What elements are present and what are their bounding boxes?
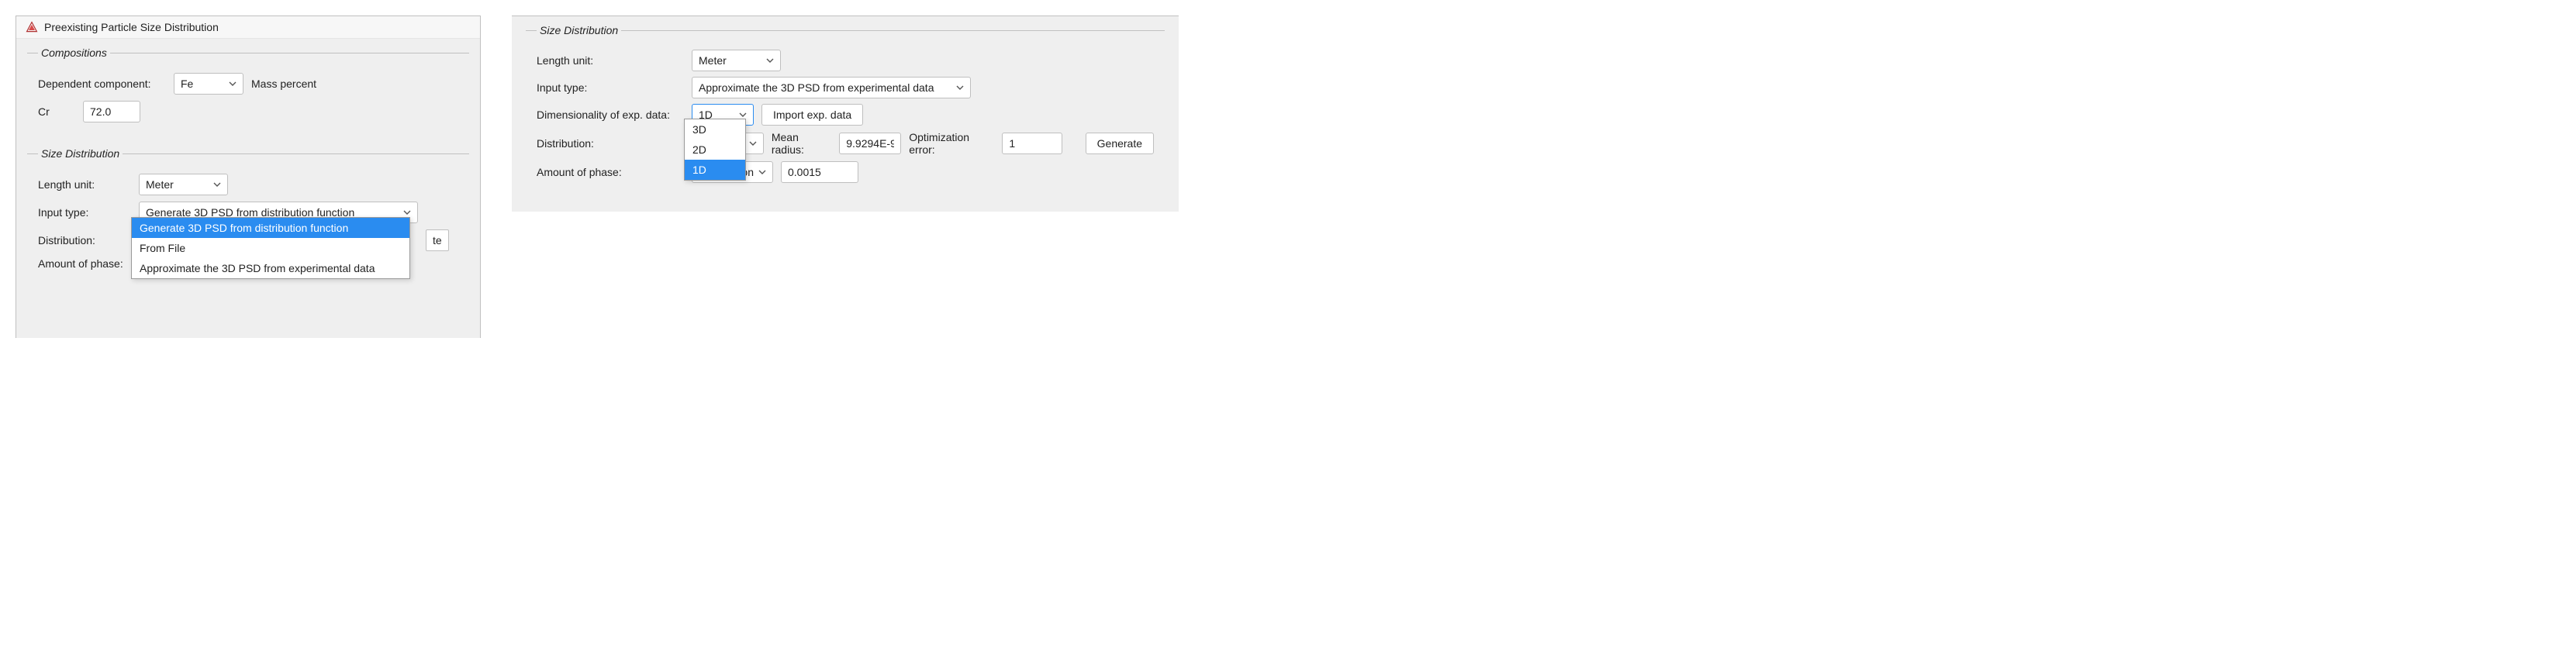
optimization-error-label: Optimization error: [909,131,994,156]
partial-button[interactable]: te [426,229,449,251]
dependent-component-value: Fe [181,78,193,90]
amount-of-phase-label: Amount of phase: [38,257,131,270]
length-unit-value: Meter [146,178,174,191]
import-exp-data-button[interactable]: Import exp. data [761,104,863,126]
size-distribution-legend-left: Size Distribution [38,147,123,160]
dimensionality-option[interactable]: 1D [685,160,745,180]
input-type-option[interactable]: Approximate the 3D PSD from experimental… [132,258,409,278]
input-type-select-r[interactable]: Approximate the 3D PSD from experimental… [692,77,971,98]
chevron-down-icon [403,210,411,215]
cr-value-input[interactable]: 72.0 [83,101,140,122]
input-type-label-r: Input type: [537,81,684,94]
mean-radius-input[interactable]: 9.9294E-9 [839,133,901,154]
titlebar: Preexisting Particle Size Distribution [16,16,480,39]
chevron-down-icon [213,182,221,187]
dialog-preexisting-psd: Preexisting Particle Size Distribution C… [16,16,481,338]
size-distribution-group-right: Size Distribution Length unit: Meter Inp… [526,24,1165,202]
dimensionality-option[interactable]: 2D [685,140,745,160]
compositions-legend: Compositions [38,47,110,59]
chevron-down-icon [749,141,757,146]
mass-percent-label: Mass percent [251,78,316,90]
dimensionality-label: Dimensionality of exp. data: [537,109,684,121]
mean-radius-value: 9.9294E-9 [846,137,894,150]
chevron-down-icon [956,85,964,90]
input-type-option[interactable]: From File [132,238,409,258]
amount-of-phase-value: 0.0015 [788,166,821,178]
input-type-value-r: Approximate the 3D PSD from experimental… [699,81,934,94]
generate-button[interactable]: Generate [1086,133,1154,154]
size-distribution-group-left: Size Distribution Length unit: Meter Inp… [27,147,469,338]
amount-of-phase-input[interactable]: 0.0015 [781,161,858,183]
dependent-component-select[interactable]: Fe [174,73,243,95]
amount-of-phase-label-r: Amount of phase: [537,166,684,178]
length-unit-select-r[interactable]: Meter [692,50,781,71]
dependent-component-label: Dependent component: [38,78,166,90]
size-distribution-panel-right: Size Distribution Length unit: Meter Inp… [512,16,1179,212]
length-unit-select[interactable]: Meter [139,174,228,195]
optimization-error-input[interactable]: 1 [1002,133,1062,154]
optimization-error-value: 1 [1009,137,1015,150]
size-distribution-legend-right: Size Distribution [537,24,621,36]
input-type-label: Input type: [38,206,131,219]
chevron-down-icon [739,112,747,117]
input-type-dropdown[interactable]: Generate 3D PSD from distribution functi… [131,217,410,279]
dimensionality-dropdown[interactable]: 3D2D1D [684,119,746,181]
cr-value: 72.0 [90,105,111,118]
length-unit-label: Length unit: [38,178,131,191]
mean-radius-label: Mean radius: [772,131,831,156]
dimensionality-option[interactable]: 3D [685,119,745,140]
cr-label: Cr [38,105,75,118]
window-title: Preexisting Particle Size Distribution [44,21,219,33]
chevron-down-icon [766,58,774,63]
chevron-down-icon [229,81,237,86]
input-type-option[interactable]: Generate 3D PSD from distribution functi… [132,218,409,238]
length-unit-label-r: Length unit: [537,54,684,67]
distribution-label: Distribution: [38,234,131,247]
app-icon [26,21,38,33]
length-unit-value-r: Meter [699,54,727,67]
compositions-group: Compositions Dependent component: Fe Mas… [27,47,469,140]
distribution-label-r: Distribution: [537,137,678,150]
chevron-down-icon [758,170,766,174]
